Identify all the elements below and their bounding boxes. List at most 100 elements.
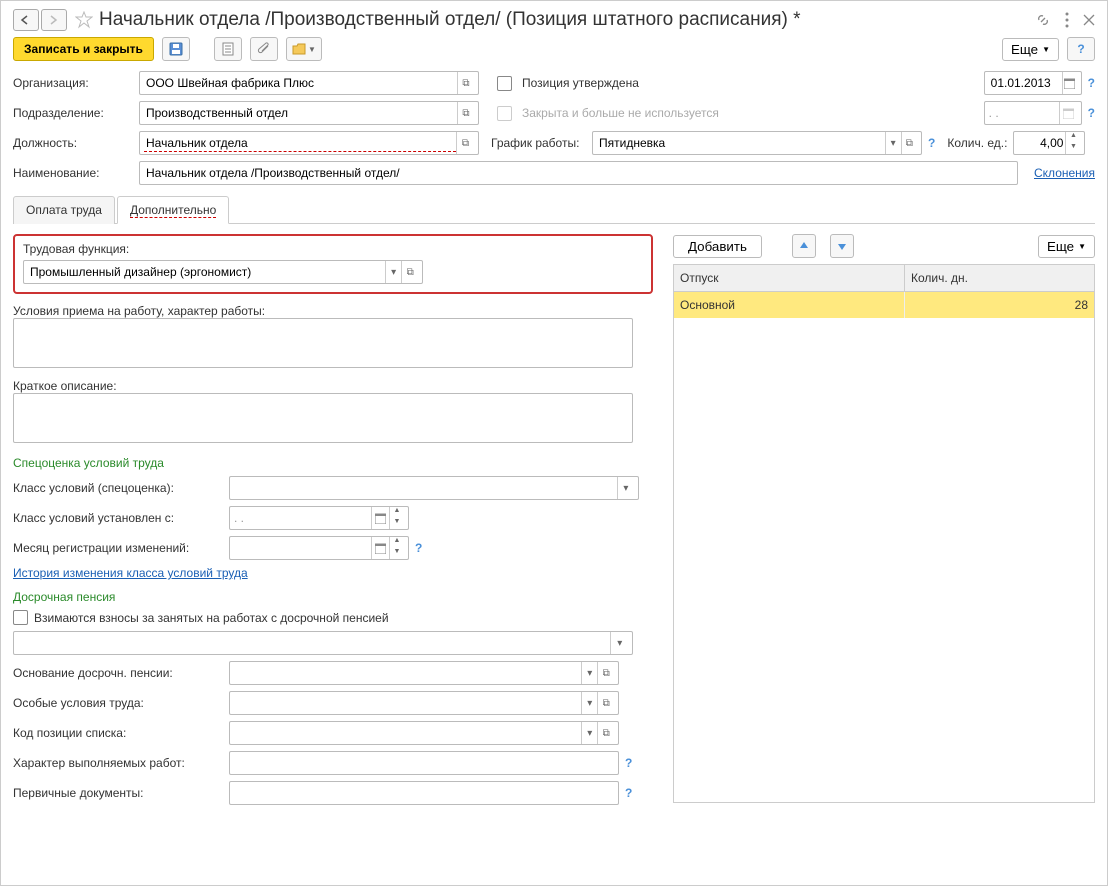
qty-input[interactable]: ▲▼ [1013,131,1085,155]
spin-up[interactable]: ▲ [390,537,404,548]
table-row[interactable]: Основной 28 [674,292,1094,318]
dropdown-icon[interactable]: ▾ [385,261,402,283]
list-code-input[interactable]: ▾⧉ [229,721,619,745]
schedule-input[interactable]: ▾ ⧉ [592,131,922,155]
help-month-reg[interactable]: ? [415,541,422,555]
closed-checkbox [497,106,512,121]
dropdown-icon[interactable]: ▾ [885,132,901,154]
attachment-button[interactable] [250,37,278,61]
date-from-input[interactable] [984,71,1082,95]
special-cond-label: Особые условия труда: [13,696,223,710]
name-input[interactable] [139,161,1018,185]
open-icon[interactable]: ⧉ [901,132,917,154]
dropdown-icon[interactable]: ▾ [581,692,598,714]
pension-title: Досрочная пенсия [13,590,653,604]
spin-up[interactable]: ▲ [390,507,404,518]
close-icon[interactable] [1083,14,1095,26]
dept-input[interactable]: ⧉ [139,101,479,125]
calendar-icon[interactable] [371,507,389,529]
open-icon[interactable]: ⧉ [597,662,614,684]
dropdown-icon[interactable]: ▾ [617,477,634,499]
help-date-to[interactable]: ? [1088,106,1095,120]
calendar-icon[interactable] [1062,72,1077,94]
pension-check-label: Взимаются взносы за занятых на работах с… [34,611,389,625]
calendar-icon [1059,102,1077,124]
save-close-button[interactable]: Записать и закрыть [13,37,154,61]
spin-down[interactable]: ▼ [390,548,404,559]
work-nature-label: Характер выполняемых работ: [13,756,223,770]
special-cond-input[interactable]: ▾⧉ [229,691,619,715]
primary-docs-label: Первичные документы: [13,786,223,800]
dropdown-icon[interactable]: ▾ [581,722,598,744]
cell-vacation-days: 28 [905,292,1094,318]
more-button-table[interactable]: Еще▼ [1038,235,1095,258]
help-primary-docs[interactable]: ? [625,786,632,800]
spin-up[interactable]: ▲ [1066,132,1080,143]
class-input[interactable]: ▾ [229,476,639,500]
dropdown-icon[interactable]: ▾ [581,662,598,684]
pension-checkbox[interactable] [13,610,28,625]
calendar-icon[interactable] [371,537,389,559]
nav-forward-button[interactable] [41,9,67,31]
add-button[interactable]: Добавить [673,235,762,258]
folder-dropdown-button[interactable]: ▼ [286,37,322,61]
schedule-label: График работы: [491,136,586,150]
work-nature-input[interactable] [229,751,619,775]
position-input[interactable]: ⧉ [139,131,479,155]
document-button[interactable] [214,37,242,61]
spec-title: Спецоценка условий труда [13,456,653,470]
pension-type-input[interactable]: ▾ [13,631,633,655]
move-up-button[interactable] [792,234,816,258]
kebab-menu-icon[interactable] [1065,12,1069,28]
hire-cond-label: Условия приема на работу, характер работ… [13,304,653,318]
labor-func-input[interactable]: ▾ ⧉ [23,260,423,284]
favorite-star-icon[interactable] [73,9,95,31]
closed-label: Закрыта и больше не используется [522,106,719,120]
org-input[interactable]: ⧉ [139,71,479,95]
help-date-from[interactable]: ? [1088,76,1095,90]
primary-docs-input[interactable] [229,781,619,805]
open-icon[interactable]: ⧉ [597,692,614,714]
vacation-table: Отпуск Колич. дн. Основной 28 [673,264,1095,803]
labor-function-group: Трудовая функция: ▾ ⧉ [13,234,653,294]
open-icon[interactable]: ⧉ [457,72,474,94]
nav-back-button[interactable] [13,9,39,31]
more-button-top[interactable]: Еще▼ [1002,38,1059,61]
dept-label: Подразделение: [13,106,133,120]
class-label: Класс условий (спецоценка): [13,481,223,495]
open-icon[interactable]: ⧉ [457,102,474,124]
pension-basis-label: Основание досрочн. пенсии: [13,666,223,680]
pension-basis-input[interactable]: ▾⧉ [229,661,619,685]
tab-extra[interactable]: Дополнительно [117,196,229,224]
col-vacation[interactable]: Отпуск [674,265,905,291]
help-button-top[interactable]: ? [1067,37,1095,61]
link-icon[interactable] [1035,12,1051,28]
tab-pay[interactable]: Оплата труда [13,196,115,224]
history-link[interactable]: История изменения класса условий труда [13,566,248,580]
col-days[interactable]: Колич. дн. [905,265,1094,291]
approved-checkbox[interactable] [497,76,512,91]
open-icon[interactable]: ⧉ [456,132,474,154]
dropdown-icon[interactable]: ▾ [610,632,628,654]
spin-down[interactable]: ▼ [390,518,404,529]
month-reg-label: Месяц регистрации изменений: [13,541,223,555]
name-label: Наименование: [13,166,133,180]
save-button[interactable] [162,37,190,61]
date-to-input: . . [984,101,1082,125]
help-work-nature[interactable]: ? [625,756,632,770]
help-schedule[interactable]: ? [928,136,935,150]
approved-label: Позиция утверждена [522,76,639,90]
open-icon[interactable]: ⧉ [401,261,418,283]
class-date-input[interactable]: . . ▲▼ [229,506,409,530]
month-reg-input[interactable]: ▲▼ [229,536,409,560]
move-down-button[interactable] [830,234,854,258]
org-label: Организация: [13,76,133,90]
labor-func-label: Трудовая функция: [23,242,643,256]
hire-cond-textarea[interactable] [13,318,633,368]
declensions-link[interactable]: Склонения [1034,166,1095,180]
short-desc-textarea[interactable] [13,393,633,443]
spin-down[interactable]: ▼ [1066,143,1080,154]
class-date-label: Класс условий установлен с: [13,511,223,525]
open-icon[interactable]: ⧉ [597,722,614,744]
short-desc-label: Краткое описание: [13,379,653,393]
